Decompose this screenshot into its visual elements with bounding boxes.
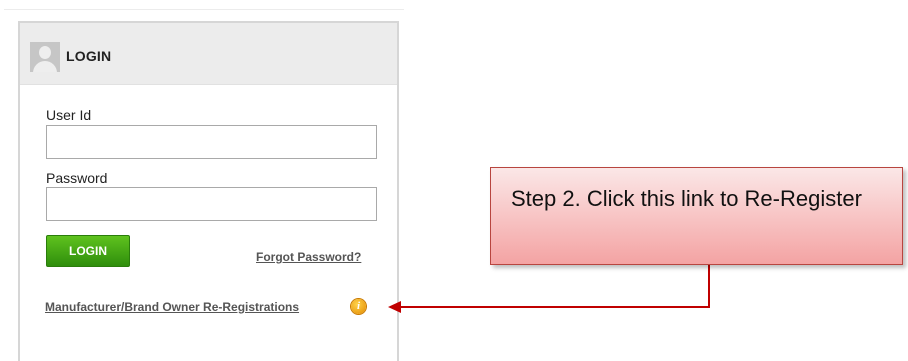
step-callout: Step 2. Click this link to Re-Register	[490, 167, 903, 265]
callout-text: Step 2. Click this link to Re-Register	[511, 186, 862, 211]
